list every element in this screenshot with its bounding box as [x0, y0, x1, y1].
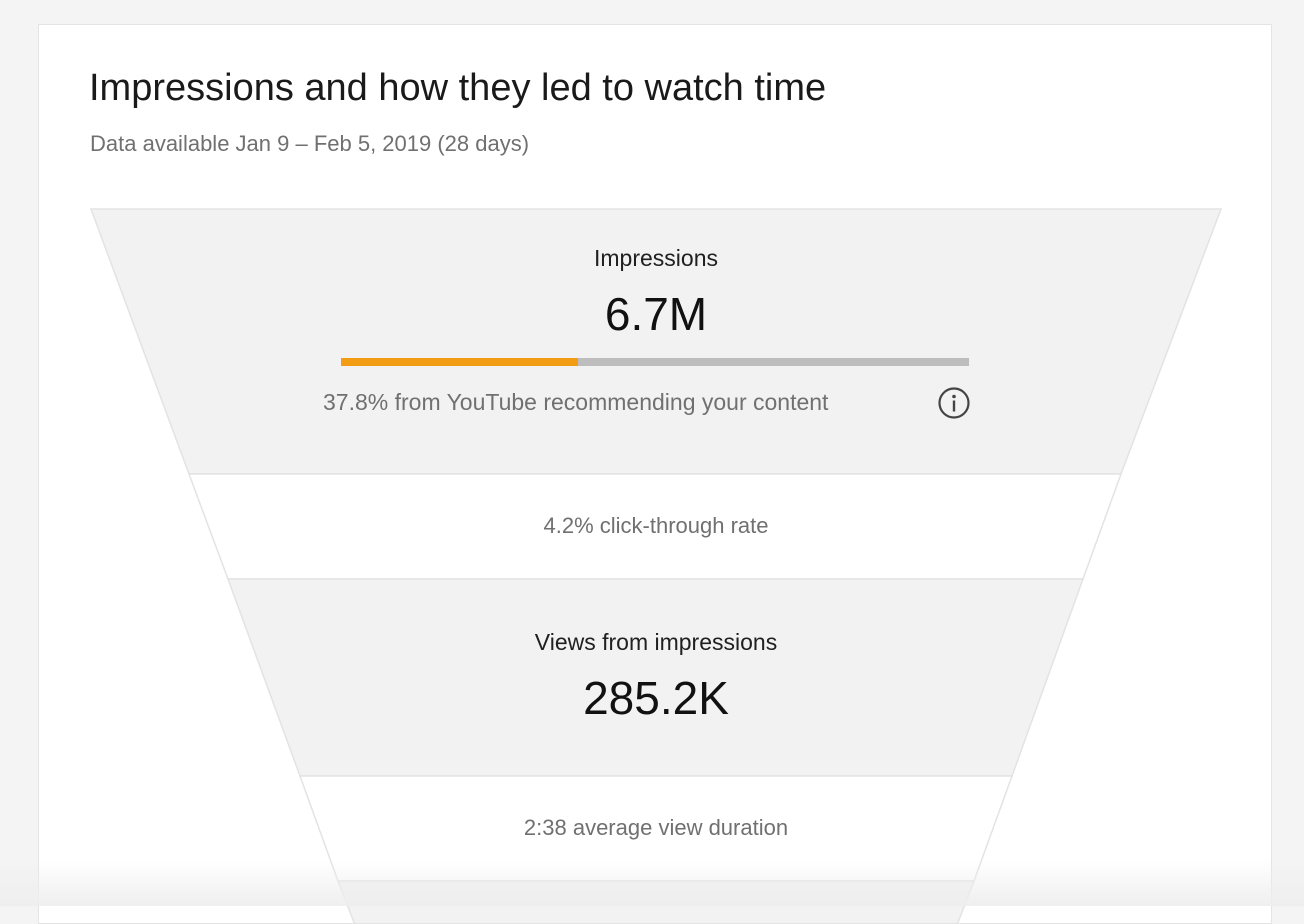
- click-through-rate-text: 4.2% click-through rate: [543, 513, 769, 538]
- bottom-shadow: [0, 860, 1304, 906]
- views-from-impressions-label: Views from impressions: [534, 629, 778, 655]
- impressions-funnel-card: Impressions and how they led to watch ti…: [38, 24, 1272, 924]
- impressions-label: Impressions: [594, 245, 718, 271]
- funnel-graphic: [89, 208, 1223, 923]
- recommendation-share-bar: [341, 358, 969, 366]
- info-icon[interactable]: [937, 386, 971, 420]
- views-from-impressions-value: 285.2K: [583, 672, 729, 724]
- recommendation-share-fill: [341, 358, 579, 366]
- impressions-value: 6.7M: [604, 288, 708, 340]
- average-view-duration-text: 2:38 average view duration: [523, 815, 789, 840]
- recommendation-share-text: 37.8% from YouTube recommending your con…: [323, 389, 829, 415]
